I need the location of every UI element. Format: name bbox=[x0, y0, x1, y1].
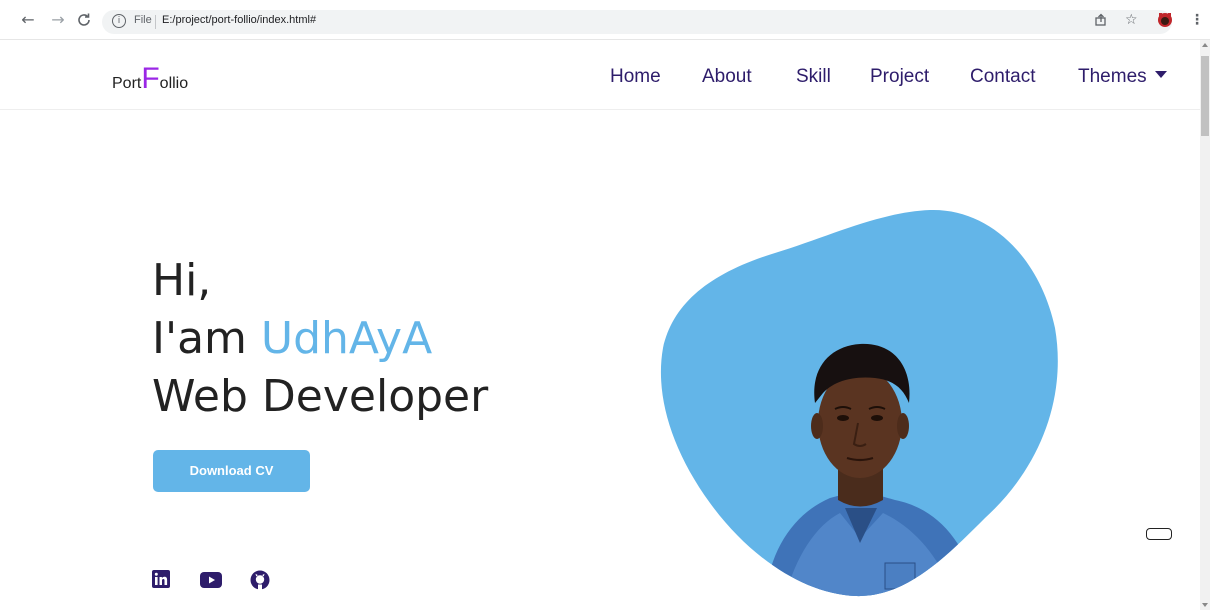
nav-project[interactable]: Project bbox=[870, 66, 929, 88]
nav-home[interactable]: Home bbox=[610, 66, 661, 88]
nav-themes-label: Themes bbox=[1078, 66, 1147, 87]
hero-portrait bbox=[655, 208, 1065, 598]
browser-toolbar: ← → i File E:/project/port-follio/index.… bbox=[0, 0, 1210, 40]
theme-toggle-button[interactable] bbox=[1146, 528, 1172, 540]
site-navbar: PortFollio Home About Skill Project Cont… bbox=[0, 40, 1200, 110]
scroll-up-icon[interactable] bbox=[1202, 43, 1208, 47]
caret-down-icon bbox=[1154, 71, 1167, 79]
youtube-icon[interactable] bbox=[200, 570, 222, 590]
hero-role: Web Developer bbox=[152, 371, 489, 422]
hero-name: UdhAyA bbox=[260, 313, 433, 364]
star-icon[interactable]: ☆ bbox=[1125, 10, 1138, 30]
hero-heading: Hi, I'am UdhAyA Web Developer bbox=[152, 252, 488, 426]
nav-links: Home About Skill Project Contact Themes bbox=[610, 66, 1180, 92]
logo-accent-letter: F bbox=[141, 62, 160, 95]
page-content: PortFollio Home About Skill Project Cont… bbox=[0, 40, 1200, 610]
hero-intro: I'am UdhAyA bbox=[152, 310, 488, 368]
download-cv-button[interactable]: Download CV bbox=[153, 450, 310, 492]
nav-skill[interactable]: Skill bbox=[796, 66, 831, 88]
back-arrow-icon[interactable]: ← bbox=[18, 10, 38, 30]
more-vert-icon[interactable]: ⋮ bbox=[1190, 10, 1204, 30]
scrollbar-thumb[interactable] bbox=[1201, 56, 1209, 136]
scroll-down-icon[interactable] bbox=[1202, 603, 1208, 607]
hero-intro-prefix: I'am bbox=[152, 313, 261, 364]
address-bar[interactable]: i File E:/project/port-follio/index.html… bbox=[102, 10, 1172, 34]
url-separator bbox=[155, 15, 156, 29]
nav-contact[interactable]: Contact bbox=[970, 66, 1035, 88]
nav-themes-dropdown[interactable]: Themes bbox=[1078, 66, 1167, 88]
extension-avatar-icon[interactable] bbox=[1156, 10, 1174, 35]
logo-prefix: Port bbox=[112, 75, 142, 92]
linkedin-icon[interactable] bbox=[152, 570, 172, 590]
logo-suffix: ollio bbox=[159, 75, 189, 92]
site-logo[interactable]: PortFollio bbox=[112, 62, 188, 102]
nav-about[interactable]: About bbox=[702, 66, 752, 88]
forward-arrow-icon[interactable]: → bbox=[48, 10, 68, 30]
hero-greeting: Hi, bbox=[152, 255, 212, 306]
info-icon[interactable]: i bbox=[112, 14, 126, 28]
github-icon[interactable] bbox=[250, 570, 270, 590]
reload-icon[interactable] bbox=[74, 10, 94, 30]
share-icon[interactable] bbox=[1094, 10, 1108, 33]
url-scheme-label: File bbox=[134, 14, 152, 26]
url-text[interactable]: E:/project/port-follio/index.html# bbox=[162, 14, 316, 26]
